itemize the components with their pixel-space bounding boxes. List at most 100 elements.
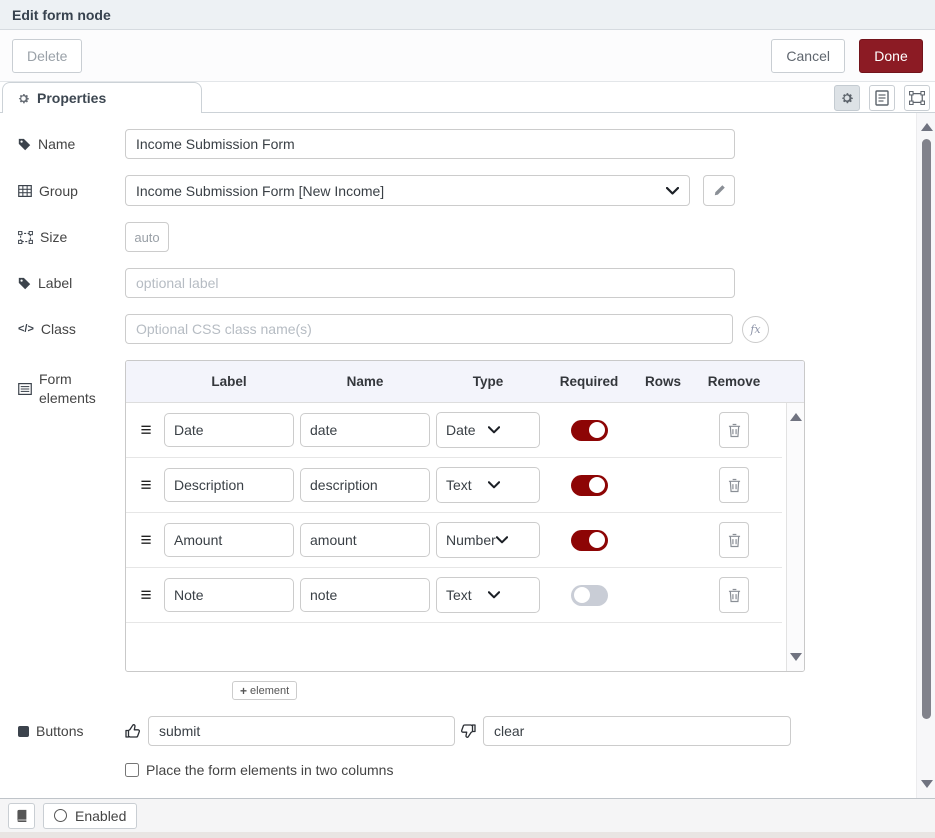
required-toggle[interactable] [571, 420, 608, 441]
column-header: Rows [638, 374, 688, 389]
elements-table: LabelNameTypeRequiredRowsRemove ≡ Date [125, 360, 805, 672]
trash-button[interactable] [719, 522, 749, 558]
description-button[interactable] [869, 85, 895, 111]
form-elements-row: Form elements LabelNameTypeRequiredRowsR… [18, 360, 935, 700]
class-input[interactable] [125, 314, 733, 344]
trash-button[interactable] [719, 412, 749, 448]
drag-handle-icon[interactable]: ≡ [134, 531, 158, 550]
table-row: ≡ Text [126, 568, 782, 623]
enabled-toggle-button[interactable]: Enabled [43, 803, 137, 829]
two-columns-label[interactable]: Place the form elements in two columns [146, 762, 393, 778]
scroll-down-arrow-icon[interactable] [790, 653, 802, 661]
column-header: Remove [694, 374, 774, 389]
group-select[interactable]: Income Submission Form [New Income] [125, 175, 690, 206]
name-label: Name [18, 136, 125, 152]
trash-button[interactable] [719, 467, 749, 503]
trash-icon [728, 533, 741, 548]
delete-button[interactable]: Delete [12, 39, 82, 73]
trash-icon [728, 478, 741, 493]
main-scroll-down-icon[interactable] [921, 780, 933, 788]
drag-handle-icon[interactable]: ≡ [134, 586, 158, 605]
trash-button[interactable] [719, 577, 749, 613]
tab-properties[interactable]: Properties [2, 82, 202, 113]
label-row: Label [18, 268, 935, 298]
main-scroll-thumb[interactable] [922, 139, 931, 719]
tag-icon [18, 277, 31, 290]
clear-button-input[interactable] [483, 716, 791, 746]
element-label-input[interactable] [164, 523, 294, 557]
node-help-button[interactable] [8, 803, 35, 829]
square-icon [18, 726, 29, 737]
chevron-down-icon [496, 536, 530, 544]
form-elements-label: Form elements [18, 360, 125, 408]
thumbs-down-icon [460, 723, 476, 739]
chevron-down-icon [488, 591, 530, 599]
column-header: Type [436, 374, 540, 389]
element-type-select[interactable]: Number [436, 522, 540, 558]
element-label-input[interactable] [164, 468, 294, 502]
element-label-input[interactable] [164, 413, 294, 447]
element-type-select[interactable]: Text [436, 577, 540, 613]
appearance-button[interactable] [904, 85, 930, 111]
trash-icon [728, 588, 741, 603]
edit-node-dialog: Edit form node Delete Cancel Done Proper… [0, 0, 935, 838]
tag-icon [18, 138, 31, 151]
name-input[interactable] [125, 129, 735, 159]
dialog-toolbar: Delete Cancel Done [0, 30, 935, 82]
size-icon [18, 231, 33, 244]
name-row: Name [18, 129, 935, 159]
table-spacer [126, 623, 782, 669]
group-label: Group [18, 183, 125, 199]
element-label-input[interactable] [164, 578, 294, 612]
element-name-input[interactable] [300, 413, 430, 447]
done-button[interactable]: Done [859, 39, 923, 73]
fx-icon: fx [750, 323, 760, 336]
cancel-button[interactable]: Cancel [771, 39, 845, 73]
submit-button-input[interactable] [148, 716, 455, 746]
table-row: ≡ Text [126, 458, 782, 513]
column-header: Label [164, 374, 294, 389]
document-icon [875, 90, 889, 106]
column-header: Required [546, 374, 632, 389]
properties-panel: Name Group Income Submission Form [New I… [0, 113, 935, 798]
plus-icon: + [240, 684, 247, 698]
table-scrollbar[interactable] [786, 403, 804, 671]
drag-handle-icon[interactable]: ≡ [134, 421, 158, 440]
chevron-down-icon [488, 426, 530, 434]
required-toggle[interactable] [571, 530, 608, 551]
scroll-up-arrow-icon[interactable] [790, 413, 802, 421]
tab-bar: Properties [0, 82, 935, 113]
edit-group-button[interactable] [703, 175, 735, 206]
label-input[interactable] [125, 268, 735, 298]
dialog-titlebar: Edit form node [0, 0, 935, 30]
element-type-select[interactable]: Text [436, 467, 540, 503]
main-scroll-up-icon[interactable] [921, 123, 933, 131]
code-icon: </> [18, 323, 34, 335]
properties-gear-button[interactable] [834, 85, 860, 111]
required-toggle[interactable] [571, 585, 608, 606]
main-scrollbar[interactable] [916, 113, 935, 798]
label-label: Label [18, 275, 125, 291]
tab-icon-buttons [834, 85, 930, 111]
size-auto-button[interactable]: auto [125, 222, 169, 252]
table-row: ≡ Date [126, 403, 782, 458]
gear-icon [840, 91, 854, 105]
group-select-value: Income Submission Form [New Income] [136, 183, 666, 199]
gear-icon [17, 92, 30, 105]
required-toggle[interactable] [571, 475, 608, 496]
class-expand-button[interactable]: fx [742, 316, 769, 343]
element-type-select[interactable]: Date [436, 412, 540, 448]
element-name-input[interactable] [300, 578, 430, 612]
size-row: Size auto [18, 222, 935, 252]
table-row: ≡ Number [126, 513, 782, 568]
workspace-edge [0, 832, 935, 838]
dialog-footer: Enabled [0, 798, 935, 832]
class-row: </> Class fx [18, 314, 935, 344]
two-columns-checkbox[interactable] [125, 763, 139, 777]
elements-table-body: ≡ Date ≡ Text [126, 403, 804, 671]
element-name-input[interactable] [300, 523, 430, 557]
element-name-input[interactable] [300, 468, 430, 502]
trash-icon [728, 423, 741, 438]
drag-handle-icon[interactable]: ≡ [134, 476, 158, 495]
add-element-button[interactable]: +element [232, 681, 297, 700]
